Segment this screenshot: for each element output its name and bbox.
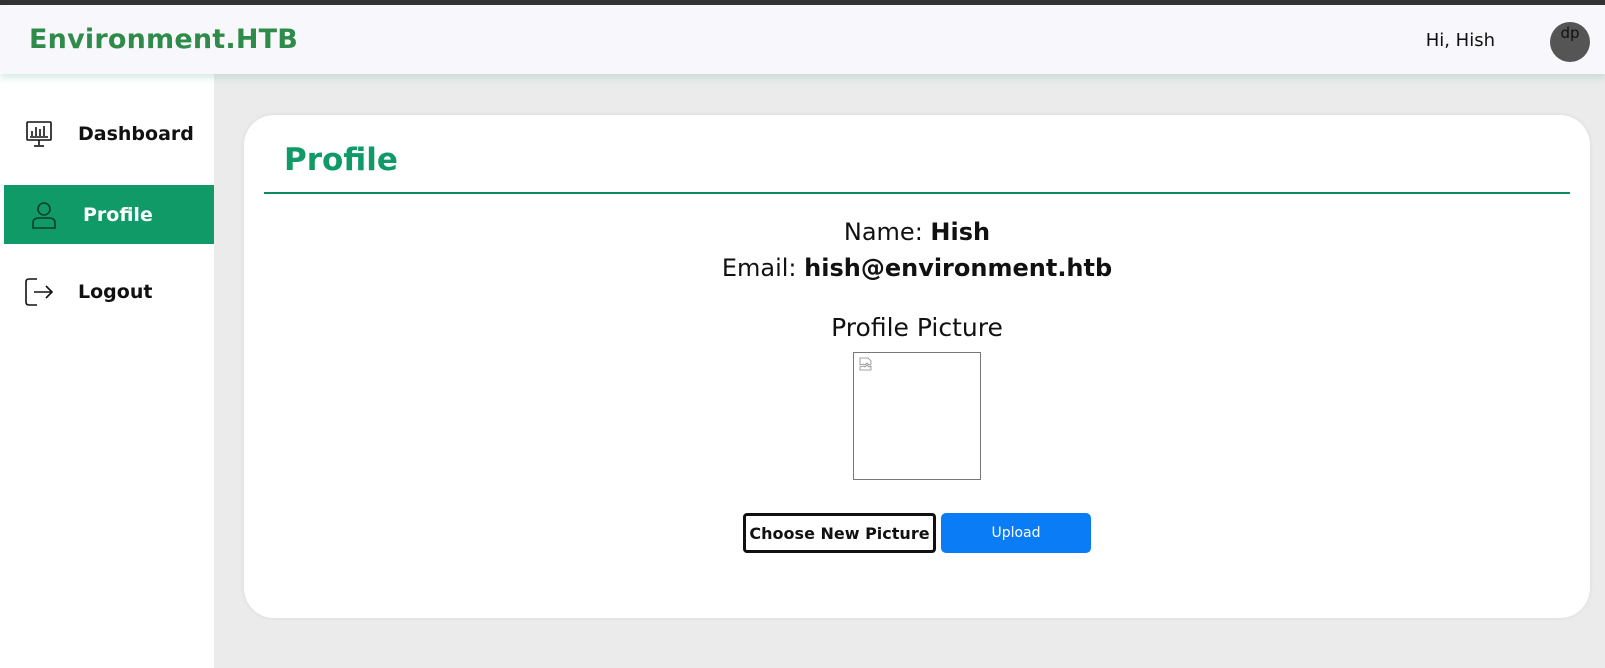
user-greeting: Hi, Hish bbox=[1425, 30, 1495, 51]
page-title: Profile bbox=[284, 142, 398, 178]
dashboard-monitor-icon bbox=[24, 119, 54, 149]
email-value: hish@environment.htb bbox=[804, 254, 1113, 282]
choose-new-picture-button[interactable]: Choose New Picture bbox=[743, 513, 936, 553]
sidebar-item-logout[interactable]: Logout bbox=[4, 262, 214, 321]
sidebar-item-dashboard[interactable]: Dashboard bbox=[4, 104, 214, 163]
profile-card: Profile Name: Hish Email: hish@environme… bbox=[244, 115, 1590, 618]
sidebar: Dashboard Profile Logout bbox=[0, 74, 214, 668]
profile-picture bbox=[853, 352, 981, 480]
email-line: Email: hish@environment.htb bbox=[244, 254, 1590, 282]
sidebar-item-label: Logout bbox=[78, 280, 153, 303]
profile-picture-label: Profile Picture bbox=[831, 313, 1003, 342]
title-divider bbox=[264, 192, 1570, 194]
sidebar-item-profile[interactable]: Profile bbox=[4, 185, 214, 244]
broken-image-icon bbox=[859, 357, 872, 371]
name-label: Name: bbox=[843, 218, 923, 246]
email-label: Email: bbox=[721, 254, 797, 282]
logout-icon bbox=[24, 277, 54, 307]
brand-logo-text[interactable]: Environment.HTB bbox=[29, 24, 298, 55]
name-line: Name: Hish bbox=[244, 218, 1590, 246]
upload-button[interactable]: Upload bbox=[941, 513, 1091, 553]
avatar[interactable]: dp bbox=[1550, 22, 1590, 62]
name-value: Hish bbox=[930, 218, 991, 246]
top-header: Environment.HTB Hi, Hish dp bbox=[0, 5, 1605, 74]
user-icon bbox=[29, 200, 59, 230]
sidebar-item-label: Dashboard bbox=[78, 122, 194, 145]
sidebar-item-label: Profile bbox=[83, 203, 153, 226]
